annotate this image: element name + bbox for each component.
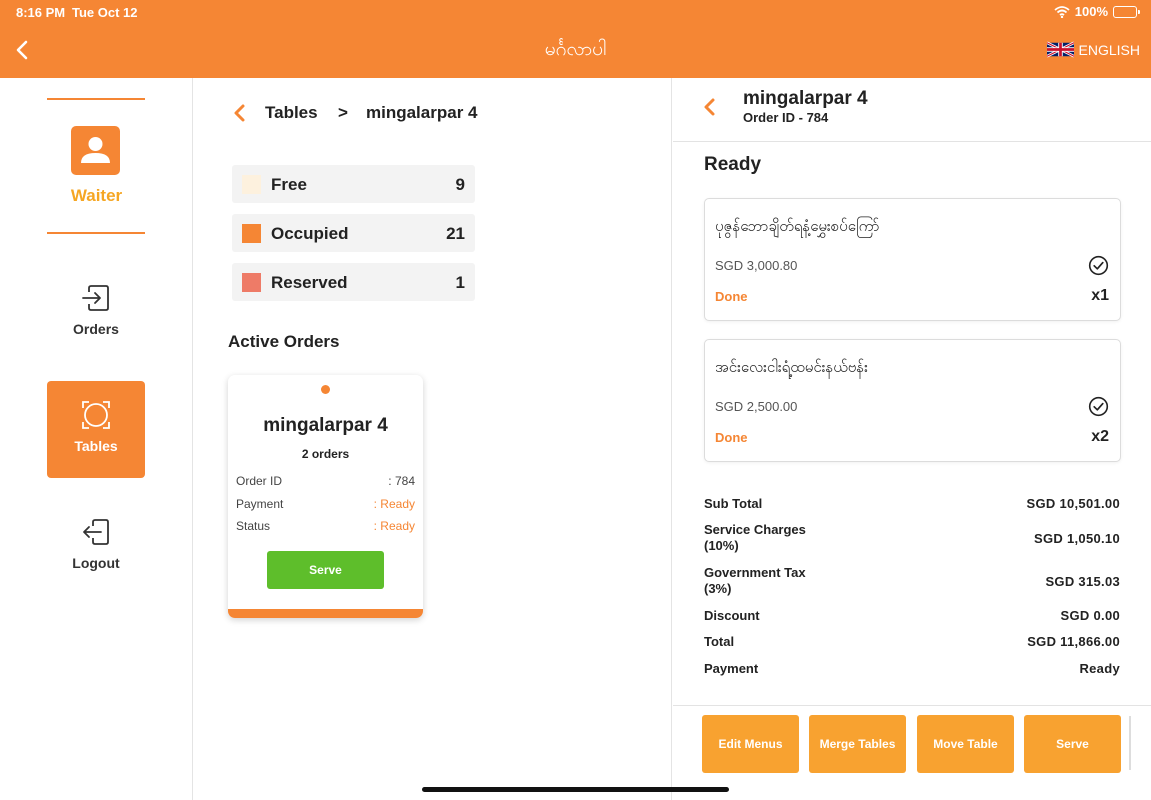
legend-occupied: Occupied 21 — [232, 214, 475, 252]
card-table-name: mingalarpar 4 — [263, 415, 388, 436]
scroll-edge — [1129, 716, 1131, 770]
summary-label: Total — [704, 634, 735, 649]
order-item-card: ပုဇွန်ဘောချိတ်ရနံ့မွှေးစပ်ကြော် SGD 3,00… — [704, 198, 1121, 321]
order-back-button[interactable] — [701, 97, 717, 117]
order-table-name: mingalarpar 4 — [743, 88, 868, 109]
user-role-label: Waiter — [70, 186, 123, 205]
item-name: အင်းလေးငါးရံ့ထမင်းနယ်ဗန်း — [715, 359, 868, 376]
breadcrumb-tables[interactable]: Tables — [265, 103, 318, 123]
summary-value: Ready — [1079, 661, 1120, 676]
sidebar-item-label: Logout — [72, 555, 120, 571]
summary-value: SGD 10,501.00 — [1026, 496, 1120, 511]
legend-label: Occupied — [271, 224, 349, 243]
serve-button[interactable]: Serve — [1024, 715, 1121, 773]
card-status-bar — [228, 609, 423, 618]
battery-percent: 100% — [1074, 4, 1108, 19]
card-row-payment: Payment : Ready — [236, 497, 415, 511]
sidebar-item-logout[interactable]: Logout — [47, 498, 145, 595]
breadcrumb-current: mingalarpar 4 — [366, 103, 478, 122]
card-row-order-id: Order ID : 784 — [236, 474, 415, 488]
sidebar-item-label: Tables — [74, 438, 118, 454]
status-indicators: 100% — [1054, 4, 1140, 19]
active-orders-title: Active Orders — [228, 332, 340, 351]
uk-flag-icon — [1046, 41, 1074, 58]
status-time: 8:16 PM — [16, 5, 66, 20]
edit-menus-button[interactable]: Edit Menus — [702, 715, 799, 773]
item-quantity: x1 — [1091, 287, 1109, 304]
app-header: 8:16 PM Tue Oct 12 100% မင်္ဂလာပါ ENGLIS… — [0, 0, 1151, 78]
card-row-value: : Ready — [373, 519, 415, 533]
battery-icon — [1113, 5, 1140, 18]
sidebar: Waiter Orders Tables Logout — [0, 78, 193, 800]
breadcrumb-back-button[interactable] — [231, 103, 247, 123]
tables-panel: Tables > mingalarpar 4 Free 9 Occupied 2… — [193, 78, 672, 800]
user-icon — [81, 137, 110, 163]
sidebar-divider-bottom — [47, 232, 145, 234]
summary-label: Government Tax (3%) — [704, 565, 806, 596]
sidebar-divider-top — [47, 98, 145, 100]
summary-label: Sub Total — [704, 496, 763, 511]
header-title: မင်္ဂလာပါ — [544, 39, 607, 60]
status-dot — [321, 385, 330, 394]
item-quantity: x2 — [1091, 428, 1109, 445]
legend-swatch-occupied — [242, 224, 261, 243]
legend-reserved: Reserved 1 — [232, 263, 475, 301]
card-row-label: Status — [236, 519, 271, 533]
move-table-button[interactable]: Move Table — [917, 715, 1014, 773]
action-bar: Edit Menus Merge Tables Move Table Serve — [673, 705, 1151, 800]
item-price: SGD 3,000.80 — [715, 258, 798, 273]
home-indicator[interactable] — [422, 787, 729, 792]
summary-label: Service Charges (10%) — [704, 522, 806, 553]
check-circle-icon[interactable] — [1088, 396, 1109, 417]
item-price: SGD 2,500.00 — [715, 399, 798, 414]
item-status: Done — [715, 289, 748, 304]
sidebar-item-tables[interactable]: Tables — [47, 381, 145, 478]
card-row-value: : Ready — [373, 497, 415, 511]
status-date: Tue Oct 12 — [72, 5, 138, 20]
sidebar-item-label: Orders — [73, 321, 119, 337]
order-detail-panel: mingalarpar 4 Order ID - 784 Ready ပုဇွန… — [673, 78, 1151, 800]
active-order-card[interactable]: mingalarpar 4 2 orders Order ID : 784 Pa… — [228, 375, 423, 618]
legend-swatch-reserved — [242, 273, 261, 292]
check-circle-icon[interactable] — [1088, 255, 1109, 276]
card-row-value: : 784 — [388, 474, 415, 488]
legend-count: 1 — [455, 273, 465, 292]
summary-value: SGD 11,866.00 — [1027, 634, 1120, 649]
item-name: ပုဇွန်ဘောချိတ်ရနံ့မွှေးစပ်ကြော် — [715, 218, 880, 235]
summary-label: Discount — [704, 608, 760, 623]
order-status: Ready — [704, 154, 762, 175]
card-row-status: Status : Ready — [236, 519, 415, 533]
summary-label: Payment — [704, 661, 759, 676]
legend-free: Free 9 — [232, 165, 475, 203]
legend-label: Reserved — [271, 273, 348, 292]
card-serve-button[interactable]: Serve — [267, 551, 384, 589]
legend-count: 21 — [446, 224, 465, 243]
wifi-icon — [1054, 5, 1070, 18]
tables-icon — [82, 401, 110, 429]
legend-count: 9 — [455, 175, 465, 194]
summary-value: SGD 1,050.10 — [1034, 531, 1120, 546]
orders-icon — [82, 285, 109, 311]
summary-value: SGD 315.03 — [1045, 574, 1120, 589]
card-row-label: Payment — [236, 497, 284, 511]
card-row-label: Order ID — [236, 474, 283, 488]
order-id: Order ID - 784 — [743, 110, 829, 125]
logout-icon — [83, 519, 109, 545]
legend-label: Free — [271, 175, 307, 194]
sidebar-item-orders[interactable]: Orders — [47, 264, 145, 361]
waiter-avatar — [71, 126, 120, 175]
breadcrumb-separator: > — [338, 103, 348, 122]
language-toggle[interactable]: ENGLISH — [1046, 41, 1140, 58]
summary-value: SGD 0.00 — [1060, 608, 1120, 623]
order-item-card: အင်းလေးငါးရံ့ထမင်းနယ်ဗန်း SGD 2,500.00 D… — [704, 339, 1121, 462]
item-status: Done — [715, 430, 748, 445]
legend-swatch-free — [242, 175, 261, 194]
divider — [673, 141, 1151, 142]
language-label: ENGLISH — [1078, 41, 1140, 58]
card-orders-count: 2 orders — [301, 447, 350, 461]
merge-tables-button[interactable]: Merge Tables — [809, 715, 906, 773]
